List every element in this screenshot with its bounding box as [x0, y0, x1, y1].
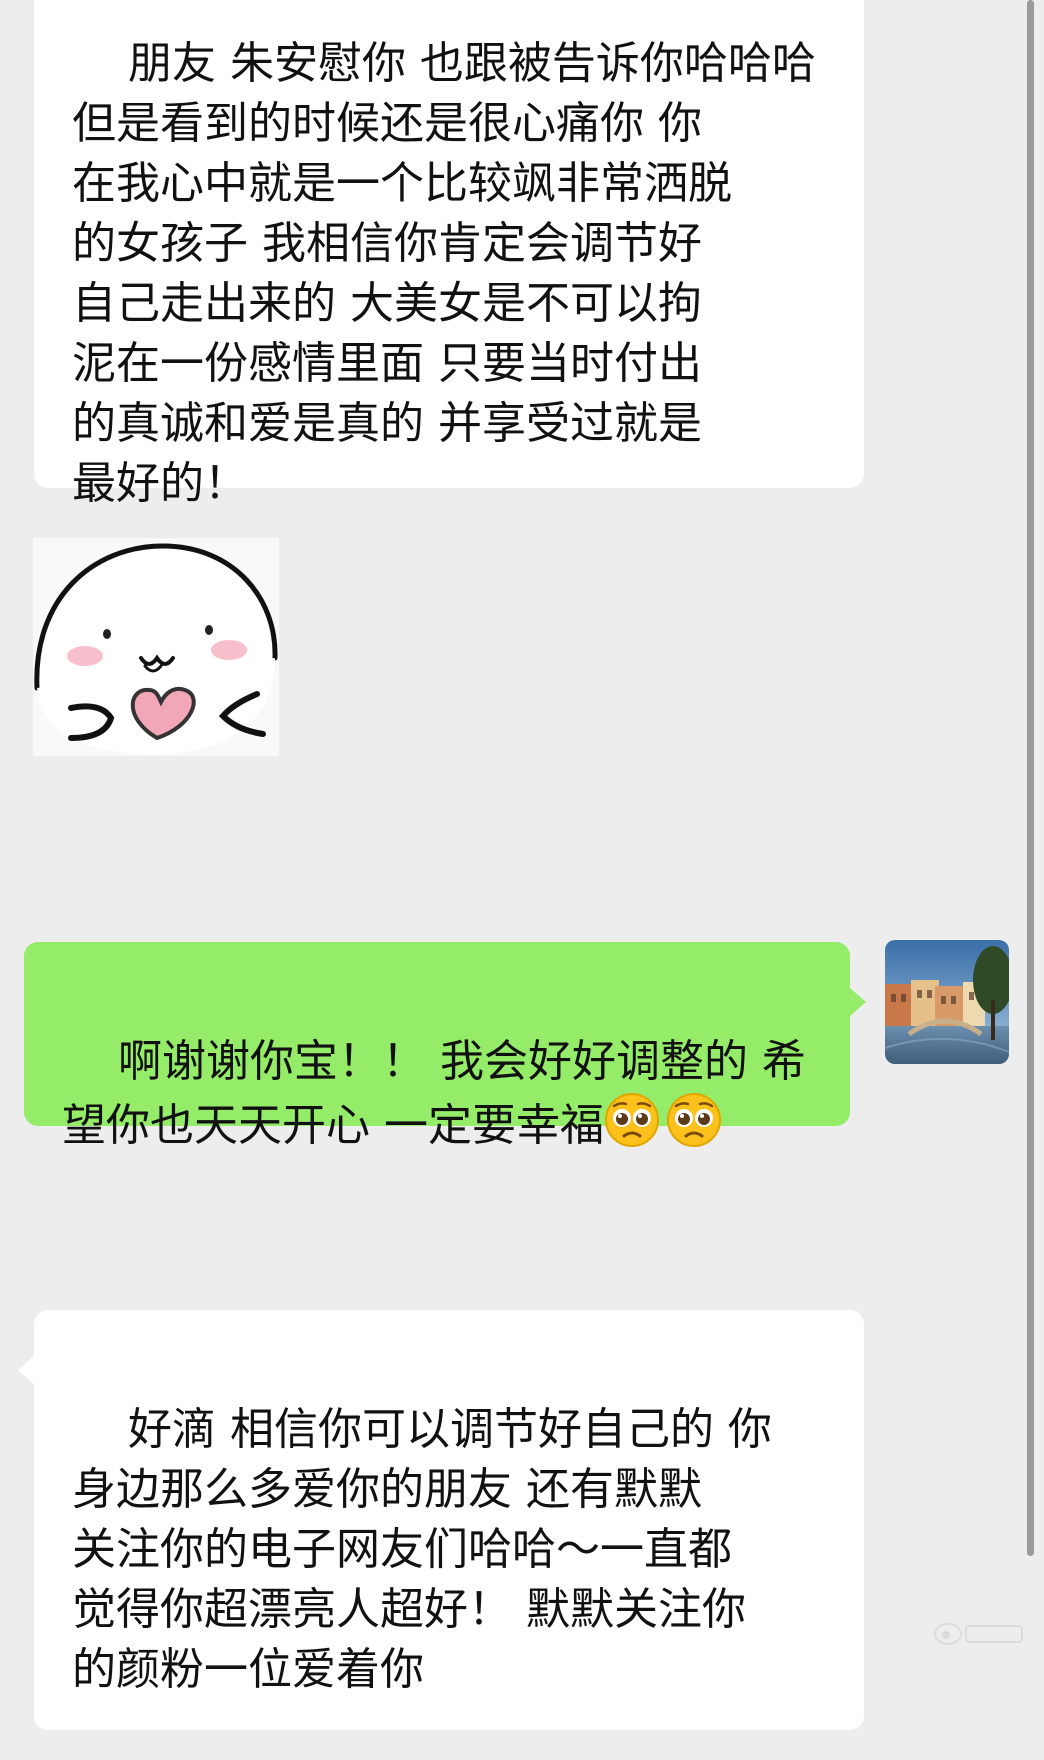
incoming-message-bubble[interactable]: 好滴 相信你可以调节好自己的 你 身边那么多爱你的朋友 还有默默 关注你的电子网…: [18, 1310, 864, 1730]
scrollbar-thumb[interactable]: [1027, 0, 1034, 1556]
cute-blob-heart-sticker-icon: [33, 538, 279, 756]
outgoing-message-bubble[interactable]: 啊谢谢你宝！！ 我会好好调整的 希 望你也天天开心 一定要幸福: [24, 942, 866, 1151]
avatar[interactable]: [885, 940, 1009, 1064]
watermark-icon: [932, 1618, 1028, 1648]
pleading-face-emoji-icon: [666, 1092, 722, 1148]
message-text: 朋友 朱安慰你 也跟被告诉你哈哈哈 但是看到的时候还是很心痛你 你 在我心中就是…: [72, 38, 816, 509]
message-timestamp: [0, 1204, 884, 1254]
message-timestamp: [0, 836, 884, 886]
pleading-face-emoji-icon: [604, 1092, 660, 1148]
chat-message-list[interactable]: 朋友 朱安慰你 也跟被告诉你哈哈哈 但是看到的时候还是很心痛你 你 在我心中就是…: [0, 0, 1044, 1730]
message-text: 好滴 相信你可以调节好自己的 你 身边那么多爱你的朋友 还有默默 关注你的电子网…: [72, 1404, 772, 1695]
sticker-image[interactable]: [33, 538, 279, 756]
venice-canal-avatar-icon: [885, 940, 1009, 1064]
incoming-message-bubble[interactable]: 朋友 朱安慰你 也跟被告诉你哈哈哈 但是看到的时候还是很心痛你 你 在我心中就是…: [34, 0, 864, 509]
